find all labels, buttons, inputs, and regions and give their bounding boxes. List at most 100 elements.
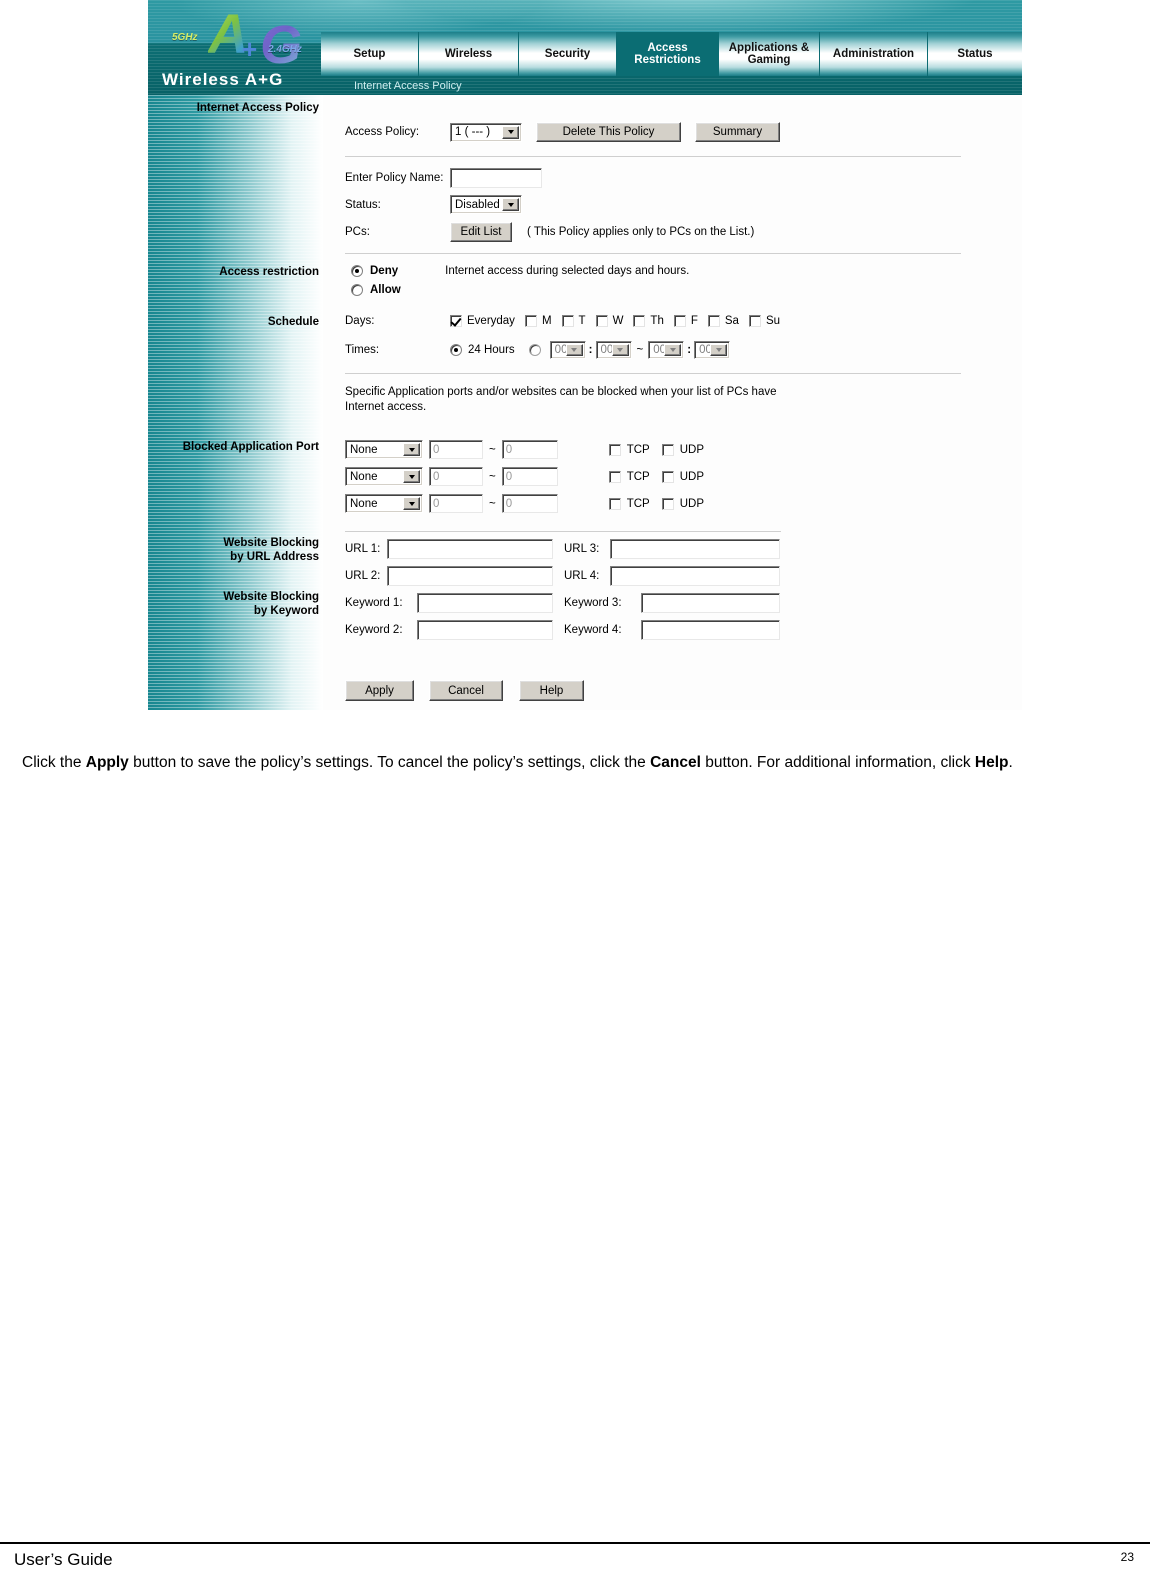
status-select[interactable]: Disabled bbox=[450, 195, 522, 214]
divider-after-pcs bbox=[345, 253, 961, 254]
tcp-label-1: TCP bbox=[626, 443, 650, 456]
access-restriction-allow-row[interactable]: Allow bbox=[351, 284, 401, 296]
logo-letter-a-icon: A bbox=[208, 2, 248, 65]
checkbox-udp-2[interactable] bbox=[661, 470, 674, 483]
radio-allow[interactable] bbox=[351, 284, 363, 296]
blocked-port-application-select-3[interactable]: None bbox=[345, 494, 423, 513]
url-row-1-3: URL 1: URL 3: bbox=[345, 539, 780, 559]
tab-setup[interactable]: Setup bbox=[321, 32, 419, 76]
radio-custom-time-range[interactable] bbox=[528, 344, 541, 356]
end-hour-select[interactable]: 00 bbox=[648, 341, 685, 359]
allow-label: Allow bbox=[370, 284, 401, 296]
keyword-4-label: Keyword 4: bbox=[564, 624, 622, 636]
status-row: Status: Disabled bbox=[345, 195, 522, 214]
checkbox-sunday[interactable] bbox=[748, 315, 761, 327]
chevron-down-icon[interactable] bbox=[403, 497, 420, 510]
checkbox-saturday[interactable] bbox=[707, 315, 720, 327]
access-policy-select[interactable]: 1 ( --- ) bbox=[450, 122, 522, 142]
rail-label-blocked-application-port: Blocked Application Port bbox=[182, 441, 319, 453]
radio-24-hours[interactable] bbox=[450, 344, 462, 356]
blocked-port-application-select-2[interactable]: None bbox=[345, 467, 423, 486]
tab-access-restrictions[interactable]: Access Restrictions bbox=[617, 32, 719, 76]
time-colon-1: : bbox=[588, 344, 593, 356]
blocked-port-end-input-2[interactable]: 0 bbox=[501, 467, 558, 486]
udp-label-3: UDP bbox=[679, 497, 704, 510]
checkbox-tcp-3[interactable] bbox=[608, 497, 621, 510]
caption-part-2: button to save the policy’s settings. To… bbox=[128, 753, 651, 771]
tab-wireless[interactable]: Wireless bbox=[419, 32, 519, 76]
checkbox-thursday[interactable] bbox=[633, 315, 646, 327]
radio-deny[interactable] bbox=[351, 265, 363, 277]
checkbox-udp-3[interactable] bbox=[661, 497, 674, 510]
edit-list-button[interactable]: Edit List bbox=[450, 222, 512, 242]
policy-name-input[interactable] bbox=[450, 168, 542, 188]
chevron-down-icon[interactable] bbox=[710, 344, 728, 356]
tcp-label-3: TCP bbox=[626, 497, 650, 510]
start-minute-select[interactable]: 00 bbox=[595, 341, 632, 359]
times-label: Times: bbox=[345, 344, 380, 356]
port-range-separator-3: ~ bbox=[489, 497, 496, 510]
keyword-4-input[interactable] bbox=[641, 620, 780, 640]
action-buttons-row: Apply Cancel Help bbox=[345, 680, 584, 701]
tab-applications-and-gaming[interactable]: Applications & Gaming bbox=[719, 32, 820, 76]
chevron-down-icon[interactable] bbox=[664, 344, 682, 356]
tab-administration[interactable]: Administration bbox=[820, 32, 928, 76]
checkbox-friday[interactable] bbox=[673, 315, 686, 327]
deny-label: Deny bbox=[370, 265, 399, 277]
url-3-input[interactable] bbox=[610, 539, 780, 559]
checkbox-tcp-1[interactable] bbox=[608, 443, 621, 456]
keyword-3-input[interactable] bbox=[641, 593, 780, 613]
start-hour-select[interactable]: 00 bbox=[549, 341, 586, 359]
blocked-port-row-3: None 0 ~ 0 TCP UDP bbox=[345, 494, 704, 513]
summary-button[interactable]: Summary bbox=[695, 122, 780, 142]
tab-security[interactable]: Security bbox=[519, 32, 617, 76]
url-2-input[interactable] bbox=[387, 566, 553, 586]
blocked-port-end-input-3[interactable]: 0 bbox=[501, 494, 558, 513]
checkbox-tuesday[interactable] bbox=[561, 315, 574, 327]
checkbox-tcp-2[interactable] bbox=[608, 470, 621, 483]
chevron-down-icon[interactable] bbox=[502, 125, 519, 139]
keyword-2-input[interactable] bbox=[417, 620, 553, 640]
caption-bold-apply: Apply bbox=[85, 753, 129, 771]
blocked-port-application-select-1[interactable]: None bbox=[345, 440, 423, 459]
blocked-port-row-1: None 0 ~ 0 TCP UDP bbox=[345, 440, 704, 459]
port-range-separator-2: ~ bbox=[489, 470, 496, 483]
blocked-port-application-value-3: None bbox=[350, 497, 378, 510]
checkbox-udp-1[interactable] bbox=[661, 443, 674, 456]
caption-part-1: Click the bbox=[22, 753, 86, 771]
logo-product-name: Wireless A+G bbox=[162, 70, 284, 89]
day-label-everyday: Everyday bbox=[467, 315, 515, 327]
url-1-input[interactable] bbox=[387, 539, 553, 559]
chevron-down-icon[interactable] bbox=[403, 470, 420, 483]
schedule-times-row: Times: 24 Hours 00 : 00 ~ 00 : 00 bbox=[345, 341, 731, 359]
url-4-input[interactable] bbox=[610, 566, 780, 586]
chevron-down-icon[interactable] bbox=[611, 344, 629, 356]
checkbox-everyday[interactable] bbox=[450, 315, 462, 327]
blocked-port-start-input-1[interactable]: 0 bbox=[429, 440, 483, 459]
keyword-1-input[interactable] bbox=[417, 593, 553, 613]
blocked-port-start-input-3[interactable]: 0 bbox=[429, 494, 483, 513]
router-body: Internet Access Policy Access restrictio… bbox=[148, 95, 1022, 710]
chevron-down-icon[interactable] bbox=[502, 198, 519, 211]
apply-button[interactable]: Apply bbox=[345, 680, 414, 701]
days-label: Days: bbox=[345, 315, 375, 327]
port-range-separator-1: ~ bbox=[489, 443, 496, 456]
delete-this-policy-button[interactable]: Delete This Policy bbox=[536, 122, 681, 142]
help-button[interactable]: Help bbox=[519, 680, 584, 701]
schedule-days-row: Days: Everyday M T W Th F Sa Su bbox=[345, 315, 780, 327]
day-label-tuesday: T bbox=[578, 315, 586, 327]
checkbox-wednesday[interactable] bbox=[595, 315, 608, 327]
end-minute-select[interactable]: 00 bbox=[694, 341, 731, 359]
access-restriction-deny-row[interactable]: Deny Internet access during selected day… bbox=[351, 265, 689, 277]
chevron-down-icon[interactable] bbox=[565, 344, 583, 356]
subnav-item-internet-access-policy[interactable]: Internet Access Policy bbox=[354, 80, 462, 92]
chevron-down-icon[interactable] bbox=[403, 443, 420, 456]
logo-band-5ghz-label: 5GHz bbox=[172, 32, 198, 43]
tab-status[interactable]: Status bbox=[928, 32, 1022, 76]
day-label-wednesday: W bbox=[612, 315, 624, 327]
checkbox-monday[interactable] bbox=[524, 315, 537, 327]
blocked-port-end-input-1[interactable]: 0 bbox=[501, 440, 558, 459]
blocked-port-start-input-2[interactable]: 0 bbox=[429, 467, 483, 486]
url-3-label: URL 3: bbox=[564, 543, 600, 555]
cancel-button[interactable]: Cancel bbox=[429, 680, 503, 701]
